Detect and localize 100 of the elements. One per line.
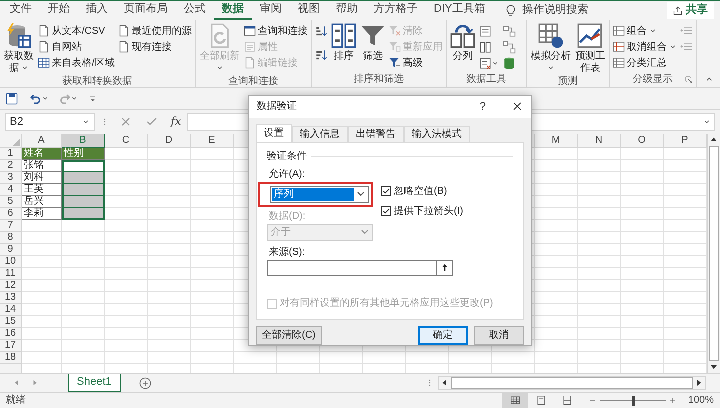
ribbon-tab[interactable]: 帮助 [328,1,366,20]
normal-view-button[interactable] [502,393,528,408]
table-cell [621,256,664,268]
dialog-launcher-icon[interactable] [684,76,693,84]
row-number[interactable]: 15 [0,316,22,328]
lines-icon[interactable] [478,24,492,38]
row-number[interactable]: 10 [0,256,22,268]
ignore-blank-checkbox[interactable]: 忽略空值(B) [381,184,464,199]
what-if-button[interactable]: 模拟分析 [530,23,572,75]
ribbon-tab[interactable]: 文件 [2,1,40,20]
row-number[interactable]: 5 [0,196,22,208]
horizontal-scrollbar[interactable] [438,376,706,390]
columns-icon[interactable] [478,40,492,54]
text-to-columns-button[interactable]: 分列 [450,23,476,63]
help-button[interactable]: ? [480,98,486,116]
row-number[interactable]: 16 [0,328,22,340]
column-header[interactable]: C [105,134,148,148]
caret-down-icon[interactable] [42,95,49,102]
blocks-icon[interactable] [502,24,516,38]
add-icon[interactable] [138,376,152,390]
row-number[interactable]: 3 [0,172,22,184]
row-number[interactable]: 8 [0,232,22,244]
ribbon-tab[interactable]: 方方格子 [366,1,426,20]
column-header[interactable]: D [148,134,191,148]
row-number[interactable]: 18 [0,352,22,364]
sheet-tab[interactable]: Sheet1 [68,374,121,392]
column-header[interactable]: N [578,134,621,148]
checklist-icon[interactable] [478,56,492,70]
ribbon-tab[interactable]: 公式 [176,1,214,20]
row-number[interactable]: 12 [0,280,22,292]
row-number[interactable]: 13 [0,292,22,304]
filter-button[interactable]: 筛选 [360,23,386,63]
plus-icon[interactable] [668,396,678,406]
dialog-button[interactable]: 确定 [418,326,468,345]
ribbon-tab[interactable]: 视图 [290,1,328,20]
row-number[interactable]: 4 [0,184,22,196]
ribbon-tab[interactable]: 页面布局 [116,1,176,20]
dialog-button[interactable]: 全部清除(C) [256,326,322,345]
row-number[interactable]: 14 [0,304,22,316]
dialog-tab[interactable]: 设置 [256,124,292,142]
dialog-tab[interactable]: 出错警告 [348,126,404,142]
get-data-button[interactable]: 获取数据 [3,23,35,75]
range-select-button[interactable] [437,260,453,276]
queries-button[interactable]: 查询和连接 [244,23,308,39]
from-web-button[interactable]: 自网站 [38,39,115,55]
zoom-slider[interactable] [600,396,666,406]
forecast-sheet-button[interactable]: 预测工作表 [574,23,606,75]
row-number[interactable]: 11 [0,268,22,280]
row-number[interactable]: 1 [0,148,22,160]
table-cell [62,256,105,268]
selected-cell[interactable] [62,196,105,208]
undo-icon[interactable] [30,92,42,104]
ribbon-tab[interactable]: 数据 [214,1,252,20]
existing-connections-button[interactable]: 现有连接 [118,39,192,55]
ribbon-tab[interactable]: 审阅 [252,1,290,20]
column-header[interactable]: B [62,134,105,148]
dialog-tab[interactable]: 输入信息 [292,126,348,142]
nodes-icon[interactable] [502,40,516,54]
dropdown-arrow-checkbox[interactable]: 提供下拉箭头(I) [381,204,464,219]
selected-cell[interactable] [62,184,105,196]
close-icon[interactable] [512,101,523,112]
zoom-level[interactable]: 100% [688,393,714,408]
sort-descending-icon[interactable] [314,48,328,62]
row-number[interactable]: 9 [0,244,22,256]
advanced-button[interactable]: 高级 [388,55,443,71]
ungroup-button[interactable]: 取消组合 [612,39,677,55]
allow-dropdown[interactable]: 序列 [270,186,369,203]
vertical-scrollbar[interactable] [707,134,720,373]
row-number[interactable]: 7 [0,220,22,232]
cylinder-icon[interactable] [502,56,516,70]
insert-function-button[interactable]: fx [171,114,182,130]
ribbon-tab[interactable]: DIY工具箱 [426,1,494,20]
source-field[interactable] [267,260,437,276]
name-box[interactable]: B2 [5,113,95,131]
row-number[interactable]: 2 [0,160,22,172]
sort-button[interactable]: 排序 [330,23,357,63]
group-button[interactable]: 组合 [612,23,677,39]
column-header[interactable]: E [191,134,234,148]
row-number[interactable]: 17 [0,340,22,352]
active-cell[interactable] [62,160,105,172]
tell-me-search[interactable]: 操作说明搜索 [505,2,588,19]
column-header[interactable]: M [535,134,578,148]
ribbon-tab[interactable]: 开始 [40,1,78,20]
selected-cell[interactable] [62,172,105,184]
column-header[interactable]: O [621,134,664,148]
caret-down-icon[interactable] [71,95,78,102]
dialog-tab[interactable]: 输入法模式 [404,126,470,142]
recent-sources-button[interactable]: 最近使用的源 [118,23,192,39]
column-header[interactable]: A [22,134,62,148]
save-icon[interactable] [6,92,18,104]
from-text-button[interactable]: 从文本/CSV [38,23,115,39]
share-button[interactable]: 共享 [667,2,714,19]
column-header[interactable]: P [664,134,707,148]
sort-ascending-icon[interactable] [314,24,328,38]
ribbon-tab[interactable]: 插入 [78,1,116,20]
dialog-button[interactable]: 取消 [474,326,524,345]
selected-cell[interactable] [62,208,105,220]
from-table-button[interactable]: 来自表格/区域 [38,55,115,71]
subtotal-button[interactable]: 分类汇总 [612,55,677,71]
row-number[interactable]: 6 [0,208,22,220]
